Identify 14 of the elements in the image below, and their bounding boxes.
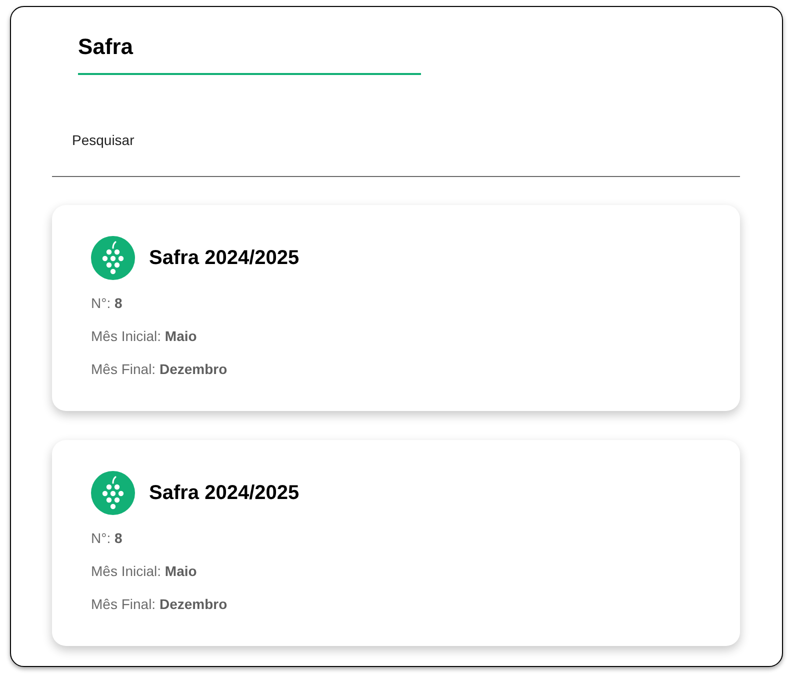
harvest-card[interactable]: Safra 2024/2025 N°: 8 Mês Inicial: Maio Mês Final: Dezembro — [52, 440, 740, 646]
card-detail: Mês Final: Dezembro — [91, 595, 228, 614]
page-title: Safra — [78, 33, 134, 61]
grapes-icon — [91, 236, 135, 280]
harvest-card[interactable]: Safra 2024/2025 N°: 8 Mês Inicial: Maio Mês Final: Dezembro — [52, 205, 740, 411]
card-detail: N°: 8 — [91, 294, 122, 313]
search-field[interactable]: Pesquisar — [52, 120, 740, 177]
card-detail: Mês Inicial: Maio — [91, 327, 197, 346]
card-title: Safra 2024/2025 — [149, 481, 300, 506]
card-detail: Mês Inicial: Maio — [91, 562, 197, 581]
card-detail: Mês Final: Dezembro — [91, 360, 228, 379]
card-detail: N°: 8 — [91, 529, 122, 548]
grapes-icon — [91, 471, 135, 515]
card-title: Safra 2024/2025 — [149, 246, 300, 271]
